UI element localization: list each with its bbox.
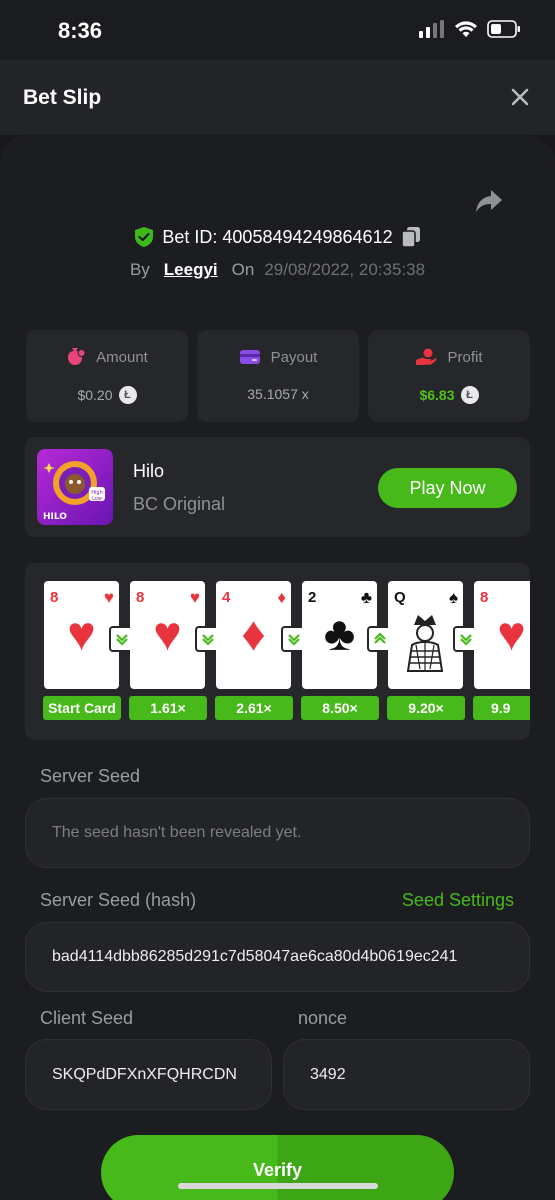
club-icon: ♣ <box>323 608 356 661</box>
multiplier-badge: 8.50× <box>301 696 379 720</box>
ltc-coin-icon: Ł <box>460 386 479 404</box>
card-rank: 8 <box>480 589 489 606</box>
ltc-coin-icon: Ł <box>118 386 137 404</box>
profit-label: Profit <box>447 348 483 366</box>
nonce-field[interactable]: 3492 <box>283 1039 530 1110</box>
nonce-label: nonce <box>298 1008 348 1028</box>
card-rank: 8 <box>50 589 59 606</box>
wifi-icon <box>455 21 477 37</box>
hilo-game-thumbnail[interactable]: High Low HILO <box>37 449 113 525</box>
game-subtitle: BC Original <box>133 494 226 514</box>
client-seed-label: Client Seed <box>40 1008 134 1028</box>
server-seed-field[interactable]: The seed hasn't been revealed yet. <box>25 798 530 868</box>
page-title: Bet Slip <box>23 86 102 109</box>
payout-value: 35.1057 x <box>247 386 309 402</box>
diamond-icon: ♦ <box>241 608 266 661</box>
card-rank: Q <box>394 589 406 606</box>
user-link[interactable]: Leegyi <box>164 260 218 280</box>
card-suit: ♥ <box>103 588 114 607</box>
payout-label: Payout <box>270 348 318 366</box>
money-bag-icon <box>68 348 86 365</box>
signal-icon <box>419 20 444 38</box>
card-rank: 2 <box>308 589 317 606</box>
payout-card: Payout 35.1057 x <box>197 330 359 422</box>
game-name: Hilo <box>133 461 165 481</box>
heart-icon: ♥ <box>153 608 182 661</box>
game-card: High Low HILO Hilo BC Original Play Now <box>25 437 530 537</box>
playing-card: 8 ♥ ♥ <box>44 581 119 689</box>
multiplier-badge: 9.9 <box>473 696 530 720</box>
multiplier-badge: 2.61× <box>215 696 293 720</box>
thumb-text: HILO <box>43 512 67 522</box>
card-rank: 8 <box>136 589 145 606</box>
status-icons <box>419 20 521 38</box>
by-label: By <box>129 260 150 279</box>
share-icon <box>476 190 502 212</box>
profit-card: Profit $6.83 Ł <box>368 330 530 422</box>
copy-icon[interactable] <box>400 226 421 248</box>
wallet-icon <box>239 350 260 364</box>
status-time: 8:36 <box>58 18 103 43</box>
bet-id-row: Bet ID: 40058494249864612 <box>0 226 555 248</box>
playing-card: Q ♠ <box>388 581 463 689</box>
on-label: On <box>231 260 255 279</box>
card-rank: 4 <box>222 589 231 606</box>
bet-date: 29/08/2022, 20:35:38 <box>264 260 426 279</box>
playing-card: 8 ♥ ♥ <box>474 581 530 689</box>
client-seed-field[interactable]: SKQPdDFXnXFQHRCDN <box>25 1039 272 1110</box>
server-seed-hash-label: Server Seed (hash) <box>40 890 197 910</box>
profit-value: $6.83 <box>419 387 455 403</box>
status-bar: 8:36 <box>0 0 555 60</box>
home-indicator <box>178 1183 378 1189</box>
verify-button[interactable]: Verify <box>101 1135 454 1200</box>
share-button[interactable] <box>475 188 503 214</box>
shield-check-icon <box>135 227 154 247</box>
card-suit: ♣ <box>360 588 372 607</box>
queen-face-icon <box>406 615 444 672</box>
seed-settings-link[interactable]: Seed Settings <box>402 890 514 911</box>
heart-icon: ♥ <box>67 608 96 661</box>
amount-card: Amount $0.20 Ł <box>26 330 188 422</box>
card-history[interactable]: 8 ♥ ♥ Start Card 8 ♥ ♥ 1.61× 4 ♦ ♦ 2.61×… <box>25 563 530 740</box>
multiplier-badge: 9.20× <box>387 696 465 720</box>
bet-slip-header: Bet Slip <box>0 60 555 135</box>
play-now-button[interactable]: Play Now <box>378 468 517 508</box>
card-suit: ♥ <box>189 588 200 607</box>
heart-icon: ♥ <box>497 608 526 661</box>
bet-author-row: By Leegyi On 29/08/2022, 20:35:38 <box>0 260 555 280</box>
card-suit: ♠ <box>448 588 458 607</box>
multiplier-badge: 1.61× <box>129 696 207 720</box>
hilo-logo-icon: High Low HILO <box>43 461 105 522</box>
amount-label: Amount <box>96 348 148 366</box>
server-seed-hash-field[interactable]: bad4114dbb86285d291c7d58047ae6ca80d4b061… <box>25 922 530 992</box>
multiplier-badge: Start Card <box>43 696 121 720</box>
card-suit: ♦ <box>277 588 286 607</box>
bet-id: Bet ID: 40058494249864612 <box>162 226 393 247</box>
thumb-badge-low: Low <box>92 496 102 502</box>
hand-coin-icon <box>416 348 438 365</box>
amount-value: $0.20 <box>77 387 113 403</box>
close-button[interactable] <box>509 86 531 108</box>
battery-icon <box>487 20 520 38</box>
playing-card: 8 ♥ ♥ <box>130 581 205 689</box>
playing-card: 4 ♦ ♦ <box>216 581 291 689</box>
server-seed-label: Server Seed <box>40 766 141 786</box>
playing-card: 2 ♣ ♣ <box>302 581 377 689</box>
close-icon <box>511 88 529 106</box>
